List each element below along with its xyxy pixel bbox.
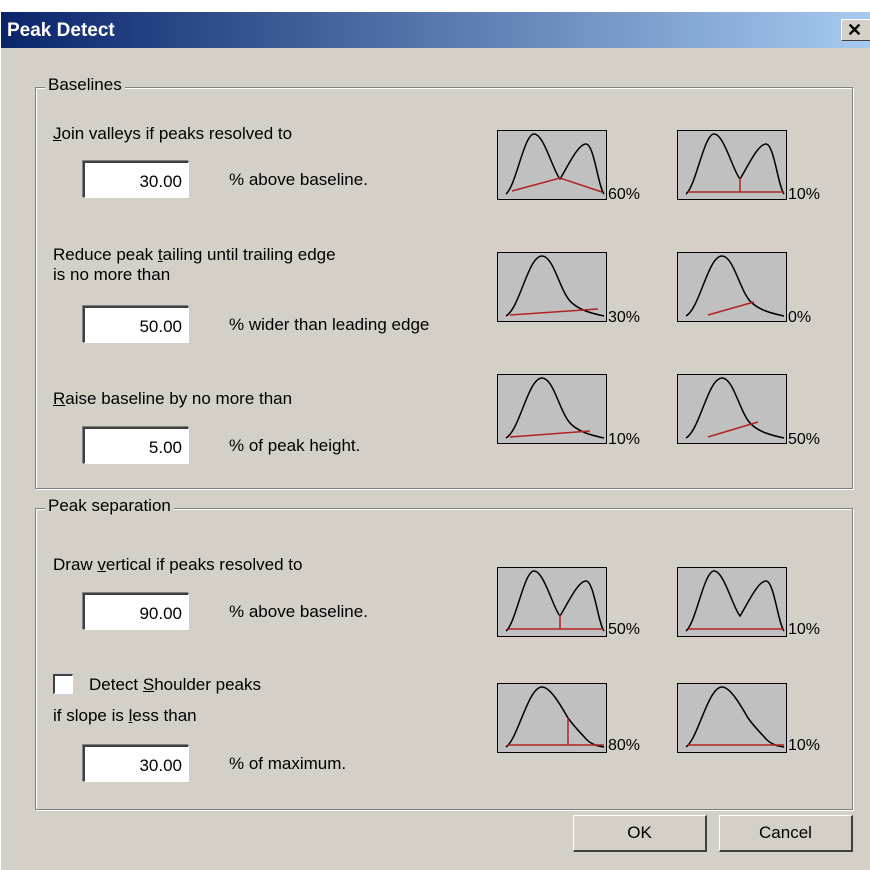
shoulder-thumb-1-pct: 80%	[608, 737, 641, 754]
reduce-tailing-thumb-2	[677, 252, 787, 322]
draw-vertical-input[interactable]: 90.00	[83, 593, 189, 630]
title-bar[interactable]: Peak Detect ✕	[1, 12, 870, 48]
join-valleys-thumb-1	[497, 130, 607, 200]
raise-baseline-label: Raise baseline by no more than	[53, 389, 293, 408]
join-valleys-unit: % above baseline.	[229, 170, 368, 189]
detect-shoulder-checkbox[interactable]	[53, 674, 73, 694]
draw-vertical-thumb-2-pct: 10%	[788, 621, 821, 638]
join-valleys-input[interactable]: 30.00	[83, 161, 189, 198]
shoulder-thumb-2-pct: 10%	[788, 737, 821, 754]
raise-baseline-thumb-2-pct: 50%	[788, 431, 821, 448]
reduce-tailing-input[interactable]: 50.00	[83, 306, 189, 343]
reduce-tailing-thumb-1	[497, 252, 607, 322]
raise-baseline-thumb-1-pct: 10%	[608, 431, 641, 448]
ok-button[interactable]: OK	[573, 815, 707, 852]
reduce-tailing-label-2: is no more than	[53, 265, 171, 284]
join-valleys-label: Join valleys if peaks resolved to	[53, 124, 293, 143]
reduce-tailing-unit: % wider than leading edge	[229, 315, 430, 334]
draw-vertical-label: Draw vertical if peaks resolved to	[53, 555, 303, 574]
reduce-tailing-thumb-2-pct: 0%	[788, 309, 812, 326]
raise-baseline-thumb-1	[497, 374, 607, 444]
peak-separation-legend: Peak separation	[45, 496, 174, 516]
shoulder-thumb-2	[677, 683, 787, 753]
join-valleys-thumb-1-pct: 60%	[608, 186, 641, 203]
draw-vertical-thumb-1-pct: 50%	[608, 621, 641, 638]
reduce-tailing-thumb-1-pct: 30%	[608, 309, 641, 326]
cancel-button[interactable]: Cancel	[719, 815, 853, 852]
baselines-legend: Baselines	[45, 75, 125, 95]
join-valleys-thumb-2-pct: 10%	[788, 186, 821, 203]
raise-baseline-unit: % of peak height.	[229, 436, 361, 455]
slope-label: if slope is less than	[53, 706, 197, 725]
close-icon: ✕	[847, 20, 863, 40]
window-title: Peak Detect	[7, 20, 115, 41]
raise-baseline-thumb-2	[677, 374, 787, 444]
peak-detect-dialog: Peak Detect ✕ Baselines Join valleys if …	[0, 12, 870, 870]
slope-input[interactable]: 30.00	[83, 745, 189, 782]
draw-vertical-unit: % above baseline.	[229, 602, 368, 621]
reduce-tailing-label: Reduce peak tailing until trailing edge	[53, 245, 336, 264]
raise-baseline-input[interactable]: 5.00	[83, 427, 189, 464]
detect-shoulder-label[interactable]: Detect Shoulder peaks	[89, 675, 261, 695]
draw-vertical-thumb-1	[497, 567, 607, 637]
shoulder-thumb-1	[497, 683, 607, 753]
join-valleys-thumb-2	[677, 130, 787, 200]
draw-vertical-thumb-2	[677, 567, 787, 637]
slope-unit: % of maximum.	[229, 754, 347, 773]
close-button[interactable]: ✕	[841, 19, 870, 41]
